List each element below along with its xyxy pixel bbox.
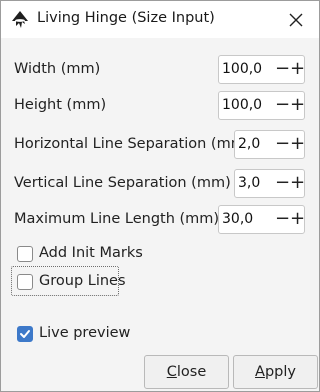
close-window-icon[interactable] [287, 11, 305, 29]
height-increment-button[interactable]: + [290, 95, 305, 117]
apply-button-label: pply [264, 364, 296, 380]
width-label: Width (mm) [14, 61, 101, 77]
title-bar: Living Hinge (Size Input) [1, 1, 319, 38]
max-line-length-spinbox[interactable]: 30,0 − + [218, 205, 305, 234]
vertical-separation-label: Vertical Line Separation (mm) [14, 175, 231, 191]
apply-button-mnemonic: A [255, 364, 265, 380]
checkmark-icon [20, 330, 30, 338]
horizontal-separation-decrement-button[interactable]: − [275, 134, 290, 156]
width-increment-button[interactable]: + [290, 59, 305, 81]
close-button[interactable]: Close [144, 355, 229, 389]
group-lines-box[interactable] [17, 274, 33, 290]
vertical-separation-decrement-button[interactable]: − [275, 173, 290, 195]
close-button-label: lose [176, 364, 207, 380]
max-line-length-value[interactable]: 30,0 [222, 211, 253, 227]
width-value[interactable]: 100,0 [222, 61, 262, 77]
max-line-length-label: Maximum Line Length (mm) [14, 211, 220, 227]
window-title: Living Hinge (Size Input) [37, 10, 215, 26]
vertical-separation-increment-button[interactable]: + [290, 173, 305, 195]
height-decrement-button[interactable]: − [275, 95, 290, 117]
width-spinbox[interactable]: 100,0 − + [218, 55, 305, 84]
close-button-mnemonic: C [166, 364, 177, 380]
live-preview-box[interactable] [17, 326, 33, 342]
add-init-marks-label: Add Init Marks [39, 245, 143, 261]
max-line-length-decrement-button[interactable]: − [275, 209, 290, 231]
live-preview-label: Live preview [39, 325, 131, 341]
height-value[interactable]: 100,0 [222, 97, 262, 113]
max-line-length-increment-button[interactable]: + [290, 209, 305, 231]
height-label: Height (mm) [14, 97, 107, 113]
height-spinbox[interactable]: 100,0 − + [218, 91, 305, 120]
inkscape-logo-icon [12, 11, 28, 28]
horizontal-separation-label: Horizontal Line Separation (mm) [14, 136, 251, 152]
vertical-separation-value[interactable]: 3,0 [238, 175, 260, 191]
horizontal-separation-spinbox[interactable]: 2,0 − + [234, 130, 305, 159]
add-init-marks-box[interactable] [17, 246, 33, 262]
horizontal-separation-value[interactable]: 2,0 [238, 136, 260, 152]
horizontal-separation-increment-button[interactable]: + [290, 134, 305, 156]
apply-button[interactable]: Apply [233, 355, 318, 389]
vertical-separation-spinbox[interactable]: 3,0 − + [234, 169, 305, 198]
dialog-window: Living Hinge (Size Input) Width (mm) 100… [0, 0, 320, 392]
width-decrement-button[interactable]: − [275, 59, 290, 81]
group-lines-label: Group Lines [39, 273, 126, 289]
